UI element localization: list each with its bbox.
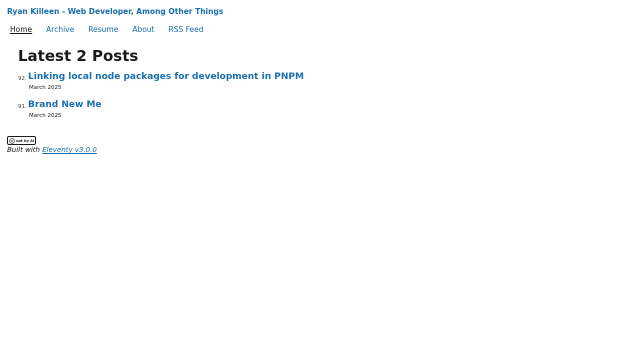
post-date: March 2025 — [29, 113, 62, 119]
page-title: Latest 2 Posts — [18, 47, 139, 65]
brain-icon — [9, 137, 15, 144]
main-nav: Home Archive Resume About RSS Feed — [10, 25, 218, 34]
nav-item-rss-feed[interactable]: RSS Feed — [169, 25, 204, 34]
nav-item-archive[interactable]: Archive — [46, 25, 74, 34]
nav-item-home[interactable]: Home — [10, 25, 32, 34]
eleventy-link[interactable]: Eleventy v3.0.0 — [42, 146, 97, 154]
post-number: 92. — [18, 76, 27, 82]
site-title-link[interactable]: Ryan Killeen - Web Developer, Among Othe… — [7, 7, 223, 16]
nav-item-about[interactable]: About — [132, 25, 154, 34]
footer-built-with: Built with Eleventy v3.0.0 — [7, 146, 97, 154]
post-date: March 2025 — [29, 85, 62, 91]
badge-label: not by AI — [16, 138, 35, 143]
nav-item-resume[interactable]: Resume — [88, 25, 118, 34]
not-by-ai-badge[interactable]: not by AI — [7, 136, 36, 145]
post-title-link[interactable]: Linking local node packages for developm… — [28, 72, 304, 82]
post-title-link[interactable]: Brand New Me — [28, 100, 102, 110]
post-number: 91. — [18, 104, 27, 110]
built-prefix: Built with — [7, 146, 40, 154]
